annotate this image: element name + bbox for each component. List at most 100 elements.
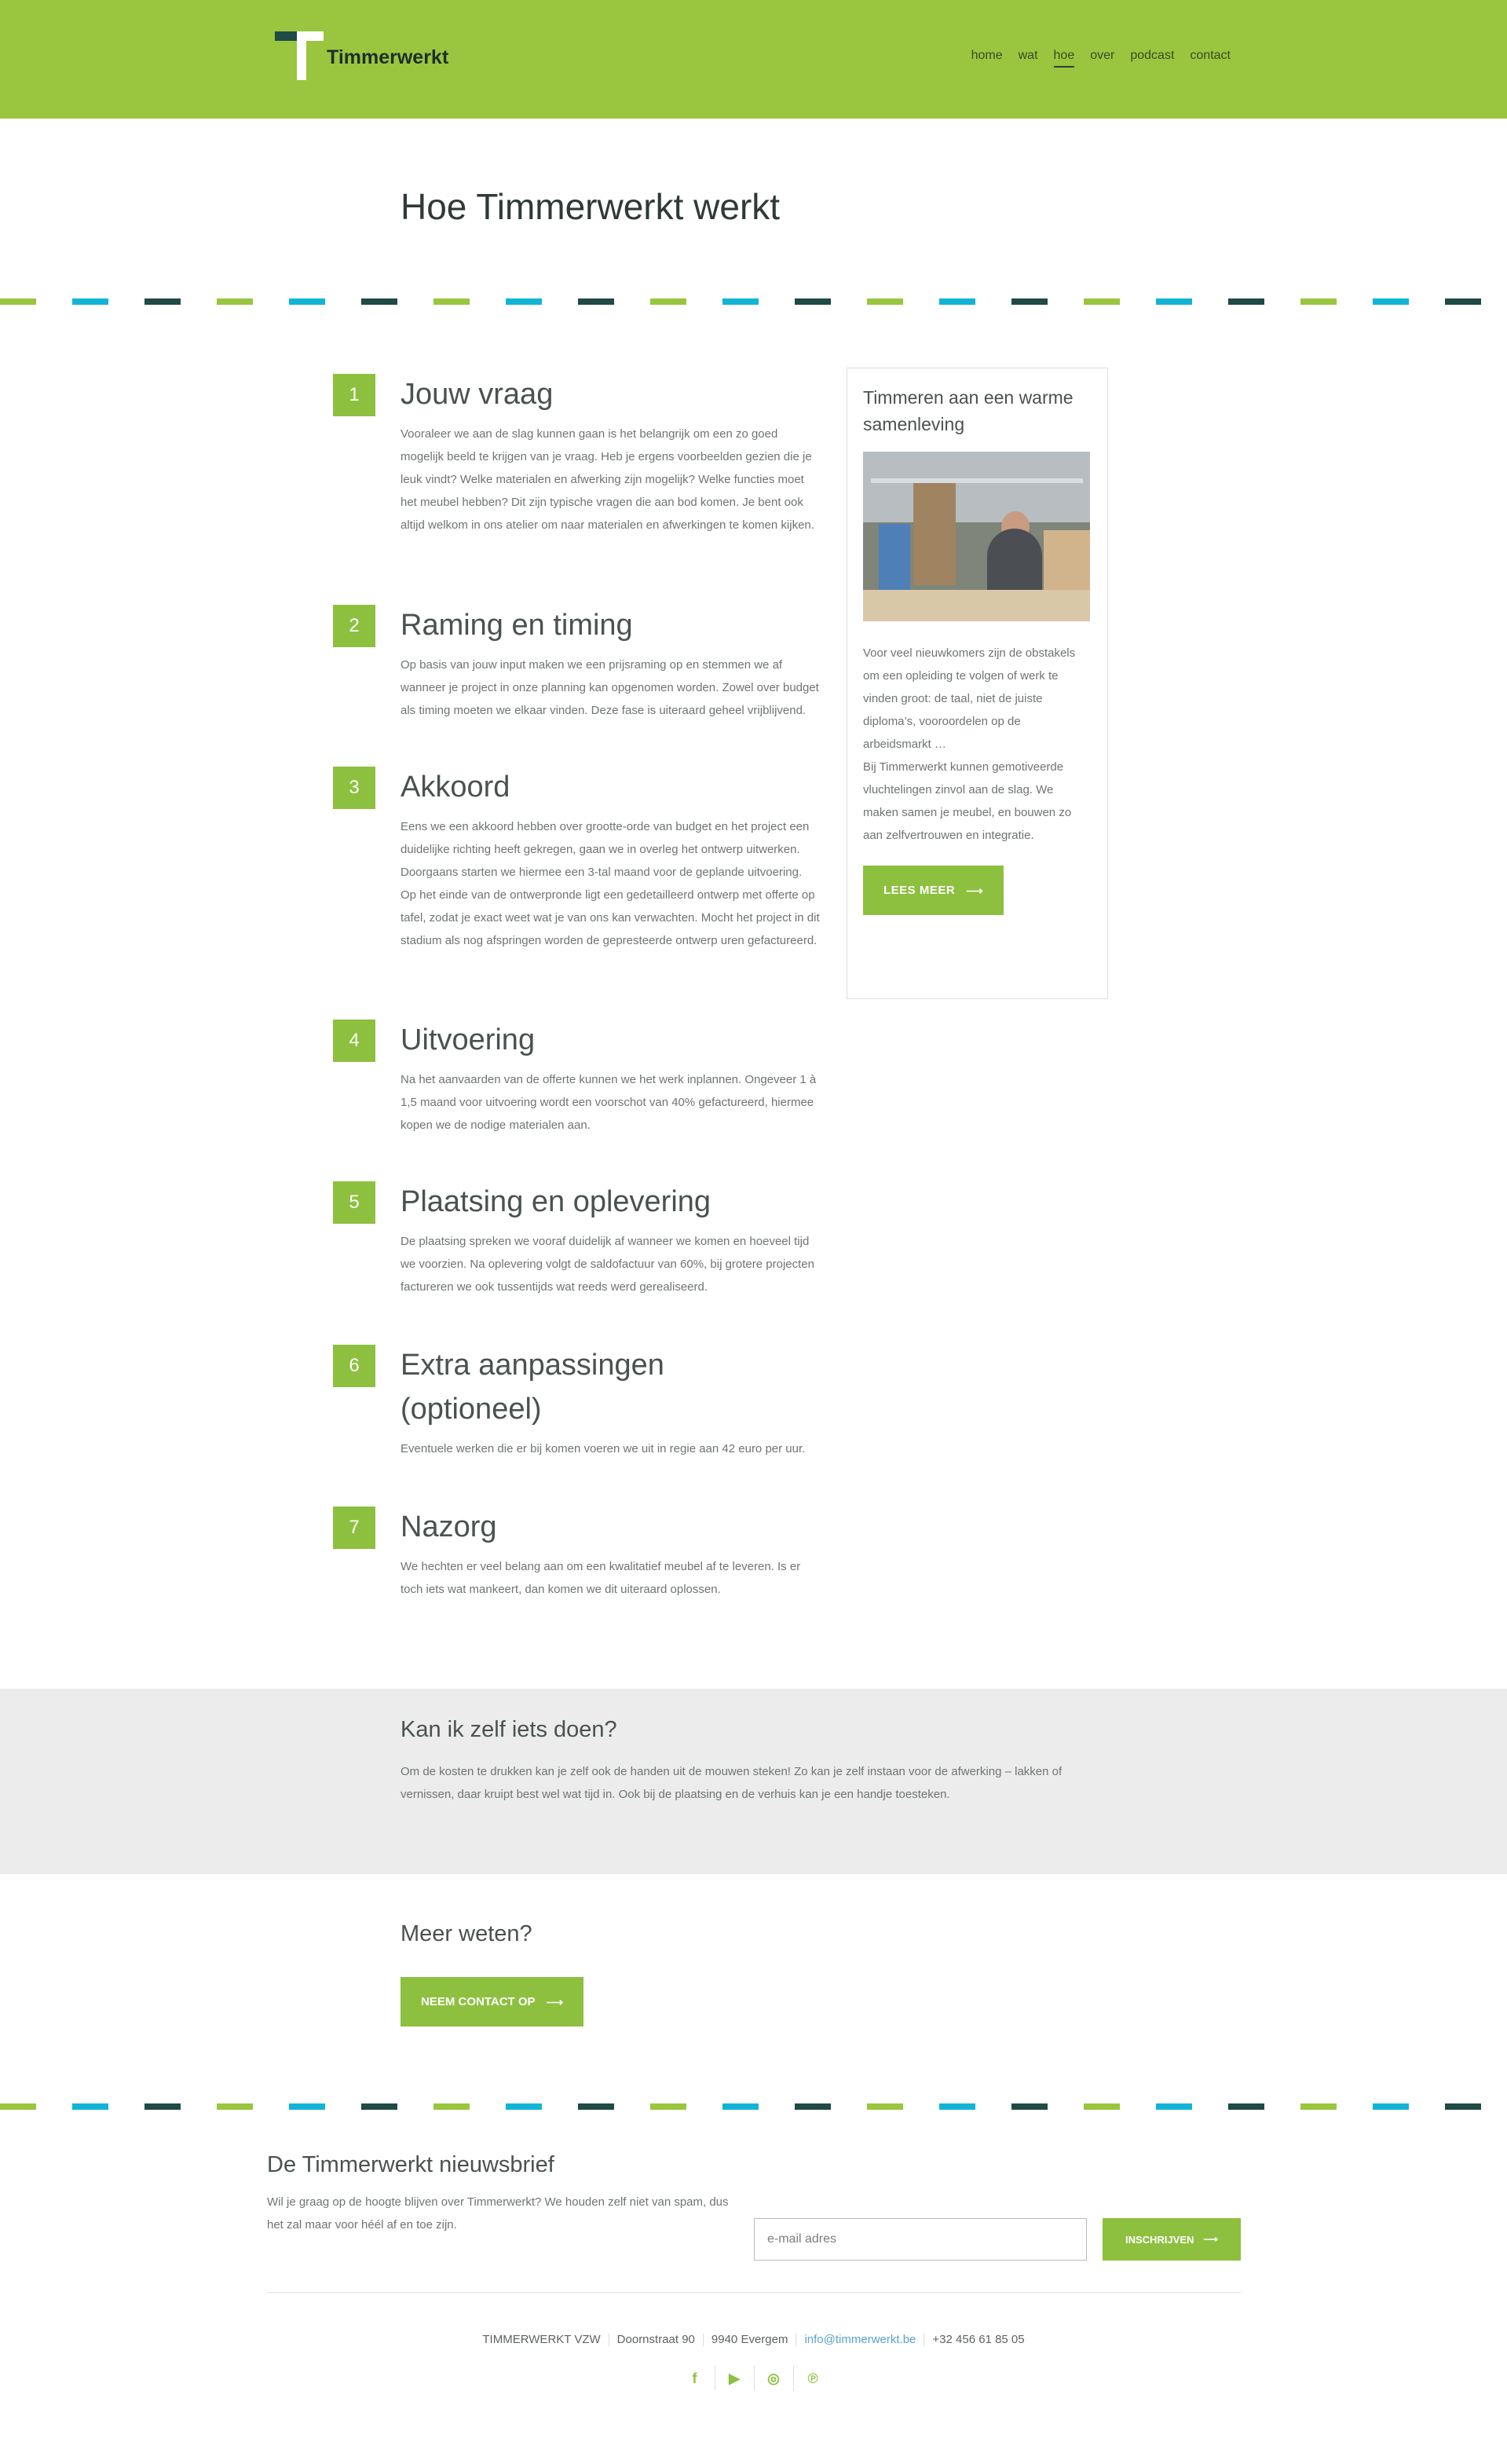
divider-dash [939,298,975,305]
step-number: 1 [333,374,375,416]
divider-dash [0,298,36,305]
nav-contact[interactable]: contact [1190,49,1231,68]
divider-dash [1084,2103,1120,2110]
pinterest-icon[interactable]: ℗ [792,2366,832,2391]
step-text: Eventuele werken die er bij komen voeren… [401,1442,806,1455]
page-title: Hoe Timmerwerkt werkt [401,186,781,227]
more-heading: Meer weten? [401,1921,532,1946]
divider-dash [72,2103,108,2110]
step-title: Extra aanpassingen (optioneel) [401,1349,664,1426]
youtube-icon[interactable]: ▶ [714,2366,754,2391]
site-header: Timmerwerkt home wat hoe over podcast co… [0,0,1507,119]
divider-dash [1445,298,1481,305]
divider-dash [1300,2103,1337,2110]
read-more-label: LEES MEER [883,884,956,897]
arrow-right-icon: ⟶ [1203,2233,1219,2245]
dashed-divider [0,298,1507,305]
nav-wat[interactable]: wat [1019,49,1038,68]
step-number: 6 [333,1345,375,1387]
divider-dash [722,2103,759,2110]
divider-dash [795,298,831,305]
step-title: Akkoord [401,771,510,804]
arrow-right-icon: ⟶ [546,1995,564,2009]
read-more-button[interactable]: LEES MEER ⟶ [863,866,1004,915]
instagram-icon[interactable]: ◎ [753,2366,793,2391]
step-title: Plaatsing en oplevering [401,1185,711,1218]
divider-dash [289,298,325,305]
facebook-icon[interactable]: f [675,2366,715,2391]
footer-street: Doornstraat 90 [608,2333,703,2346]
divider-dash [361,2103,397,2110]
divider-dash [72,298,108,305]
divider-dash [795,2103,831,2110]
footer-org: TIMMERWERKT VZW [482,2333,601,2346]
step-item: 7 Nazorg We hechten er veel belang aan o… [333,1505,820,1631]
step-item: 2 Raming en timing Op basis van jouw inp… [333,603,820,765]
subscribe-label: INSCHRIJVEN [1125,2233,1194,2246]
logo[interactable]: Timmerwerkt [275,31,448,80]
step-number: 5 [333,1181,375,1224]
divider-dash [217,298,253,305]
divider-dash [1156,2103,1192,2110]
nav-hoe[interactable]: hoe [1053,49,1075,68]
step-text: Eens we een akkoord hebben over grootte-… [401,820,820,947]
email-field[interactable] [754,2218,1087,2261]
divider-dash [578,2103,614,2110]
diy-heading: Kan ik zelf iets doen? [401,1717,617,1742]
dashed-divider [0,2103,1507,2110]
divider-dash [867,298,903,305]
divider-dash [1300,298,1337,305]
step-title: Raming en timing [401,609,633,642]
divider-dash [1011,298,1048,305]
step-item: 6 Extra aanpassingen (optioneel) Eventue… [333,1343,820,1505]
step-number: 7 [333,1507,375,1549]
nav-podcast[interactable]: podcast [1130,49,1174,68]
card-title: Timmeren aan een warme samenleving [863,387,1074,434]
brand-name: Timmerwerkt [327,46,449,68]
divider-dash [722,298,759,305]
divider-dash [0,2103,36,2110]
nav-over[interactable]: over [1090,49,1114,68]
step-text: Vooraleer we aan de slag kunnen gaan is … [401,427,814,532]
footer-divider [267,2292,1241,2293]
divider-dash [1373,298,1409,305]
divider-dash [144,298,181,305]
newsletter-section: De Timmerwerkt nieuwsbrief Wil je graag … [267,2152,1241,2261]
divider-dash [578,298,614,305]
step-number: 4 [333,1020,375,1062]
contact-button[interactable]: NEEM CONTACT OP ⟶ [401,1977,584,2026]
contact-button-label: NEEM CONTACT OP [421,1995,536,2008]
divider-dash [650,298,686,305]
step-item: 5 Plaatsing en oplevering De plaatsing s… [333,1180,820,1343]
step-item: 1 Jouw vraag Vooraleer we aan de slag ku… [333,372,820,603]
subscribe-button[interactable]: INSCHRIJVEN ⟶ [1103,2218,1241,2261]
more-info-section: Meer weten? NEEM CONTACT OP ⟶ [401,1921,584,2026]
step-title: Nazorg [401,1510,497,1543]
steps-list: 1 Jouw vraag Vooraleer we aan de slag ku… [333,372,820,1631]
sidebar-card: Timmeren aan een warme samenleving Voor … [847,368,1108,999]
footer-city: 9940 Evergem [702,2333,796,2346]
step-text: De plaatsing spreken we vooraf duidelijk… [401,1235,814,1294]
step-number: 3 [333,767,375,809]
divider-dash [433,298,470,305]
divider-dash [1156,298,1192,305]
divider-dash [433,2103,470,2110]
card-text: Voor veel nieuwkomers zijn de obstakels … [863,646,1076,751]
step-number: 2 [333,605,375,647]
divider-dash [144,2103,181,2110]
divider-dash [506,298,542,305]
step-item: 4 Uitvoering Na het aanvaarden van de of… [333,1018,820,1180]
divider-dash [1373,2103,1409,2110]
main-nav: home wat hoe over podcast contact [971,49,1231,68]
social-links: f ▶ ◎ ℗ [0,2366,1507,2391]
arrow-right-icon: ⟶ [966,884,984,898]
nav-home[interactable]: home [971,49,1003,68]
diy-text: Om de kosten te drukken kan je zelf ook … [401,1765,1063,1801]
footer-phone: +32 456 61 85 05 [924,2333,1032,2346]
step-title: Jouw vraag [401,378,554,411]
newsletter-text: Wil je graag op de hoogte blijven over T… [267,2195,729,2232]
step-item: 3 Akkoord Eens we een akkoord hebben ove… [333,765,820,1018]
footer-email-link[interactable]: info@timmerwerkt.be [796,2333,924,2346]
divider-dash [1228,298,1264,305]
logo-mark-icon [275,31,324,80]
